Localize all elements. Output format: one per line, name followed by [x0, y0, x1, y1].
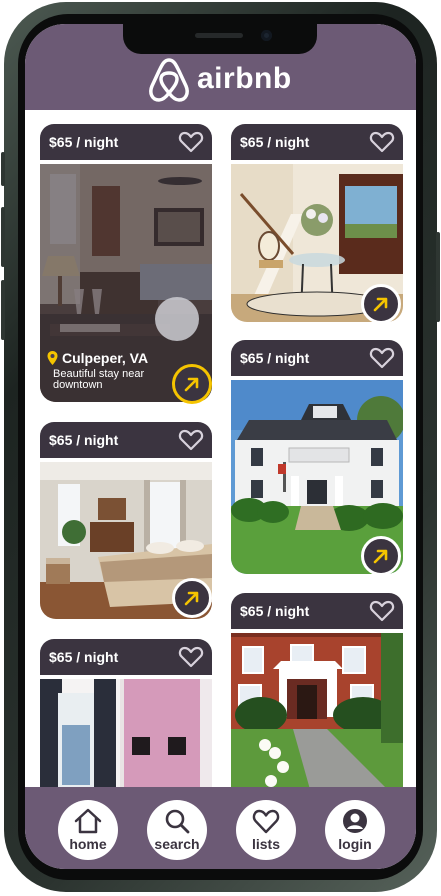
heart-outline-icon[interactable]	[369, 130, 395, 154]
brand-name: airbnb	[197, 62, 292, 95]
location-title: Culpeper, VA	[62, 350, 149, 366]
heart-outline-icon[interactable]	[178, 130, 204, 154]
price-label: $65 / night	[240, 350, 310, 366]
price-label: $65 / night	[49, 432, 119, 448]
heart-outline-icon[interactable]	[369, 346, 395, 370]
nav-label: search	[154, 836, 200, 852]
price-tab: $65 / night	[231, 593, 403, 629]
nav-label: home	[69, 836, 107, 852]
open-listing-button[interactable]	[172, 364, 212, 404]
heart-outline-icon[interactable]	[178, 645, 204, 669]
price-tab: $65 / night	[40, 639, 212, 675]
volume-down-button	[1, 280, 5, 340]
price-label: $65 / night	[240, 134, 310, 150]
price-label: $65 / night	[240, 603, 310, 619]
nav-login-button[interactable]: login	[325, 800, 385, 860]
arrow-up-right-icon	[373, 297, 388, 312]
heart-outline-icon[interactable]	[178, 428, 204, 452]
nav-label: login	[338, 836, 372, 852]
pink-room-photo	[40, 679, 212, 787]
price-tab: $65 / night	[40, 124, 212, 160]
arrow-up-right-icon	[184, 377, 199, 392]
brick-house-photo	[231, 633, 403, 787]
open-listing-button[interactable]	[361, 536, 401, 576]
price-tab: $65 / night	[40, 422, 212, 458]
gallery-indicator	[155, 297, 199, 341]
nav-search-button[interactable]: search	[147, 800, 207, 860]
mute-switch	[1, 152, 5, 186]
price-label: $65 / night	[49, 134, 119, 150]
search-icon	[165, 809, 190, 834]
earpiece-speaker	[195, 33, 243, 38]
power-button	[436, 232, 440, 322]
listings-grid: $65 / night Culpeper, VA Beautiful stay …	[25, 110, 416, 787]
location-pin-icon	[47, 351, 58, 365]
home-icon	[74, 808, 102, 834]
price-label: $65 / night	[49, 649, 119, 665]
heart-outline-icon[interactable]	[369, 599, 395, 623]
notch	[123, 24, 317, 54]
listing-photo[interactable]	[231, 633, 403, 787]
nav-home-button[interactable]: home	[58, 800, 118, 860]
nav-label: lists	[251, 836, 280, 852]
location-description: Beautiful stay near downtown	[53, 368, 145, 391]
bottom-nav: home search lists login	[25, 787, 416, 869]
airbnb-logo-icon	[149, 58, 189, 102]
nav-lists-button[interactable]: lists	[236, 800, 296, 860]
front-camera	[261, 30, 272, 41]
arrow-up-right-icon	[373, 549, 388, 564]
listing-photo[interactable]	[40, 679, 212, 787]
arrow-up-right-icon	[184, 591, 199, 606]
open-listing-button[interactable]	[361, 284, 401, 324]
heart-icon	[252, 809, 280, 834]
volume-up-button	[1, 207, 5, 267]
open-listing-button[interactable]	[172, 578, 212, 618]
price-tab: $65 / night	[231, 340, 403, 376]
phone-screen: airbnb $65 / night Culpeper, VA Beautifu…	[25, 24, 416, 869]
user-icon	[343, 809, 367, 833]
price-tab: $65 / night	[231, 124, 403, 160]
